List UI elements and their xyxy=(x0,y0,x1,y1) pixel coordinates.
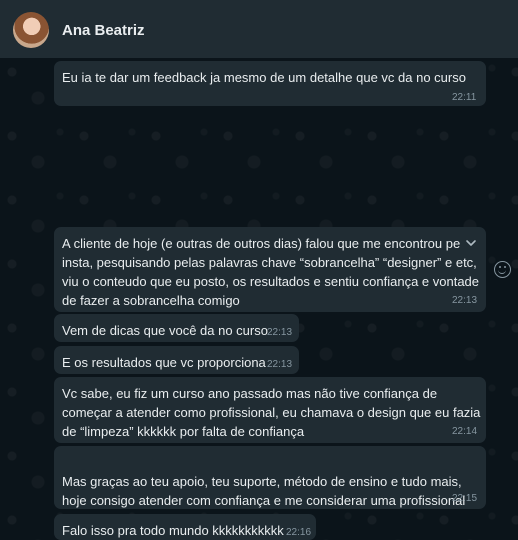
message-bubble[interactable]: A cliente de hoje (e outras de outros di… xyxy=(54,227,486,312)
message-bubble[interactable]: Eu ia te dar um feedback ja mesmo de um … xyxy=(54,61,486,106)
chat-window: Ana Beatriz Eu ia te dar um feedback ja … xyxy=(0,0,518,540)
message-text: Eu ia te dar um feedback ja mesmo de um … xyxy=(62,70,466,85)
message-timestamp: 22:14 xyxy=(452,426,478,437)
message-timestamp: 22:13 xyxy=(452,295,478,306)
chevron-down-icon[interactable] xyxy=(465,237,477,249)
emoji-reaction-icon[interactable] xyxy=(494,261,511,278)
message-timestamp: 22:11 xyxy=(452,92,477,103)
message-bubble[interactable]: Vem de dicas que você da no curso 22:13 xyxy=(54,314,299,342)
message-timestamp: 22:13 xyxy=(267,359,293,370)
message-timestamp: 22:16 xyxy=(286,527,312,538)
message-timestamp: 22:15 xyxy=(452,493,478,504)
message-text: Vem de dicas que você da no curso xyxy=(62,323,268,338)
message-bubble[interactable]: Vc sabe, eu fiz um curso ano passado mas… xyxy=(54,377,486,443)
message-text: E os resultados que vc proporciona xyxy=(62,355,266,370)
chat-header[interactable]: Ana Beatriz xyxy=(0,0,518,58)
message-text-content: Mas graças ao teu apoio, teu suporte, mé… xyxy=(62,474,466,508)
contact-name[interactable]: Ana Beatriz xyxy=(62,22,145,39)
message-text: Falo isso pra todo mundo kkkkkkkkkkk xyxy=(62,523,284,538)
contact-avatar[interactable] xyxy=(13,12,49,48)
message-text: Vc sabe, eu fiz um curso ano passado mas… xyxy=(62,386,481,439)
message-bubble[interactable]: Mas graças ao teu apoio, teu suporte, mé… xyxy=(54,446,486,540)
message-bubble[interactable]: Falo isso pra todo mundo kkkkkkkkkkk 22:… xyxy=(54,514,316,540)
message-timestamp: 22:13 xyxy=(267,327,293,338)
message-text: A cliente de hoje (e outras de outros di… xyxy=(62,236,480,308)
message-bubble[interactable]: E os resultados que vc proporciona 22:13 xyxy=(54,346,299,374)
